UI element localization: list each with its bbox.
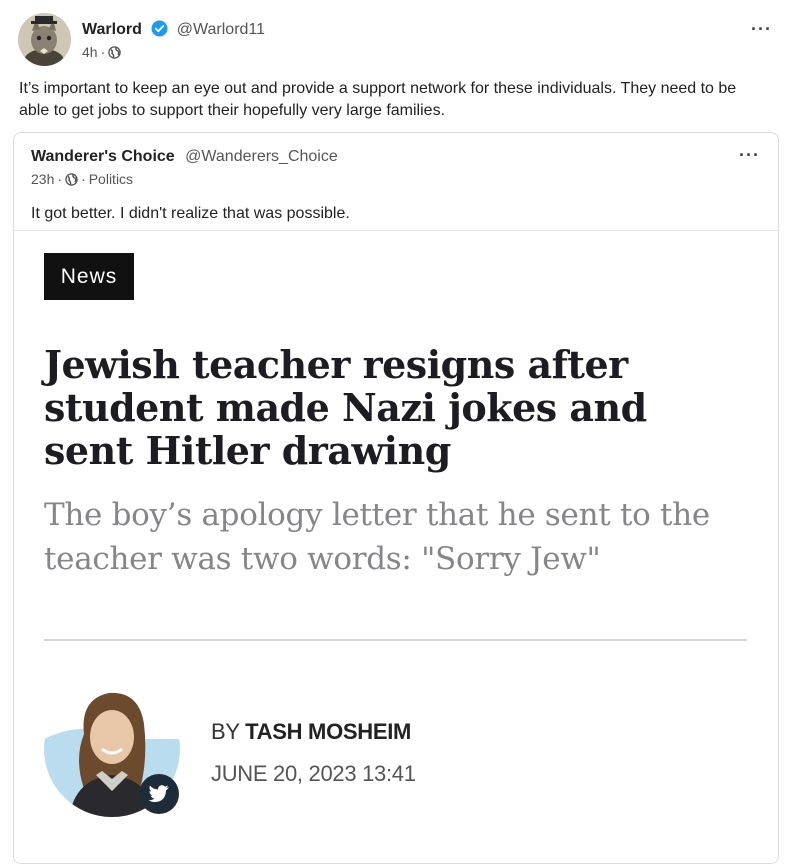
quoted-text: It got better. I didn't realize that was… — [31, 205, 350, 222]
article-date: JUNE 20, 2023 13:41 — [211, 761, 416, 786]
article-tag: News — [44, 253, 134, 300]
author-handle[interactable]: @Warlord11 — [177, 21, 265, 38]
post-author: Warlord @Warlord11 — [82, 20, 265, 40]
globe-icon — [108, 45, 121, 59]
quoted-author: Wanderer's Choice @Wanderers_Choice — [31, 147, 338, 167]
quoted-author-handle[interactable]: @Wanderers_Choice — [185, 148, 338, 165]
verified-badge-icon — [151, 20, 168, 37]
quoted-author-name[interactable]: Wanderer's Choice — [31, 148, 175, 165]
meta-separator: · — [57, 171, 63, 187]
meta-separator: · — [100, 44, 106, 60]
quoted-post[interactable]: Wanderer's Choice @Wanderers_Choice 23h … — [13, 132, 779, 864]
meta-separator: · — [81, 171, 86, 187]
author-avatar[interactable] — [18, 13, 71, 66]
quoted-category[interactable]: Politics — [89, 171, 133, 187]
post-meta: 4h · — [82, 44, 121, 60]
author-name[interactable]: Warlord — [82, 21, 142, 38]
article-author: TASH MOSHEIM — [245, 719, 412, 744]
article-byline: BY TASH MOSHEIM — [211, 719, 411, 745]
article-headline: Jewish teacher resigns after student mad… — [44, 342, 647, 473]
twitter-icon[interactable] — [139, 774, 179, 814]
cat-avatar-icon — [18, 13, 71, 66]
quoted-meta: 23h · · Politics — [31, 171, 133, 187]
article-divider — [44, 639, 747, 641]
quoted-time[interactable]: 23h — [31, 171, 54, 187]
globe-icon — [65, 172, 78, 186]
article-image[interactable]: News Jewish teacher resigns after studen… — [14, 230, 778, 863]
quoted-more-options-icon[interactable]: ··· — [739, 145, 760, 166]
post-time[interactable]: 4h — [82, 44, 98, 60]
post-text: It’s important to keep an eye out and pr… — [19, 80, 737, 119]
post: Warlord @Warlord11 4h · ··· It’s importa… — [0, 0, 790, 864]
article-subheadline: The boy’s apology letter that he sent to… — [44, 497, 710, 577]
author-photo — [44, 679, 184, 819]
byline-prefix: BY — [211, 719, 240, 744]
more-options-icon[interactable]: ··· — [751, 19, 772, 40]
